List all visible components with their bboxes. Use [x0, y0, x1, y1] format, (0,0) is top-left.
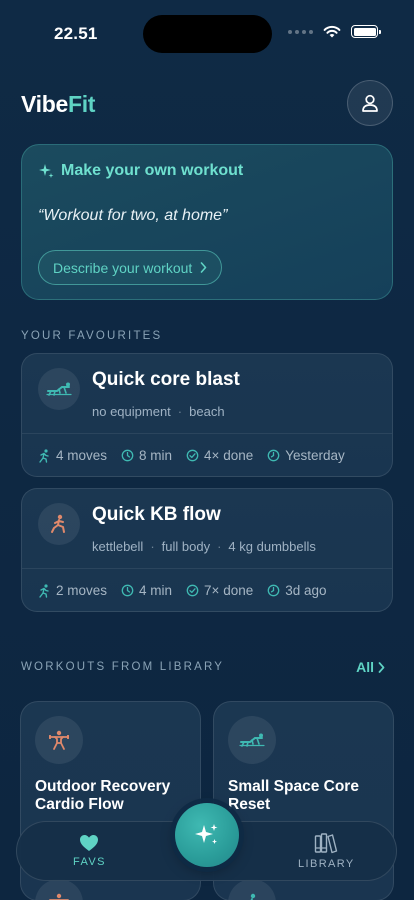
profile-button[interactable] [347, 80, 393, 126]
chevron-right-icon [378, 661, 385, 673]
check-circle-icon [186, 584, 199, 597]
clock-icon [267, 584, 280, 597]
core-exercise-icon [38, 368, 80, 410]
signal-icon [288, 29, 313, 34]
workout-stats: 4 moves 8 min 4× done Yesterday [38, 448, 345, 463]
running-icon [39, 583, 49, 598]
workout-tags: no equipment · beach [92, 404, 225, 419]
timer-icon [121, 584, 134, 597]
favourite-workout-card[interactable]: Quick core blast no equipment · beach 4 mo… [21, 353, 393, 477]
favourites-section-label: YOUR FAVOURITES [21, 330, 163, 342]
library-workout-title: Small Space Core Reset [228, 778, 359, 813]
workout-tags: kettlebell · full body · 4 kg dumbbells [92, 539, 316, 554]
workout-stats: 2 moves 4 min 7× done 3d ago [38, 583, 327, 598]
app-header: VibeFit [21, 80, 393, 126]
status-icons [288, 25, 381, 38]
books-icon [315, 833, 338, 854]
running-icon [39, 448, 49, 463]
favourite-workout-card[interactable]: Quick KB flow kettlebell · full body · 4 kg … [21, 488, 393, 612]
library-workout-title: Outdoor Recovery Cardio Flow [35, 778, 171, 813]
create-workout-card[interactable]: Make your own workout “Workout for two, … [21, 144, 393, 300]
clock-icon [267, 449, 280, 462]
check-circle-icon [186, 449, 199, 462]
nav-favs[interactable]: FAVS [73, 834, 106, 868]
dynamic-island [143, 15, 272, 53]
divider [22, 568, 392, 569]
lunge-icon [38, 503, 80, 545]
create-workout-title: Make your own workout [38, 162, 243, 180]
weightlifter-icon [35, 716, 83, 764]
create-workout-fab[interactable] [175, 803, 239, 867]
sparkle-icon [195, 824, 218, 844]
divider [22, 433, 392, 434]
nav-library[interactable]: LIBRARY [298, 832, 355, 870]
example-prompt: “Workout for two, at home” [38, 207, 228, 224]
heart-icon [80, 835, 99, 851]
describe-workout-button[interactable]: Describe your workout [38, 250, 223, 285]
stretch-icon [228, 879, 276, 900]
workout-name: Quick core blast [92, 369, 240, 390]
status-bar: 22.51 [0, 0, 414, 60]
weightlifter-icon [35, 879, 83, 900]
user-icon [362, 94, 378, 112]
wifi-icon [323, 25, 341, 38]
see-all-link[interactable]: All [356, 659, 385, 675]
sparkle-icon [39, 164, 54, 178]
battery-icon [351, 25, 381, 38]
library-section-label: WORKOUTS FROM LIBRARY [21, 661, 225, 673]
timer-icon [121, 449, 134, 462]
chevron-right-icon [200, 262, 207, 273]
nav-library-label: LIBRARY [298, 858, 355, 870]
nav-favs-label: FAVS [73, 856, 106, 868]
core-exercise-icon [228, 716, 276, 764]
workout-name: Quick KB flow [92, 504, 221, 525]
status-time: 22.51 [54, 24, 98, 43]
app-logo: VibeFit [21, 91, 96, 117]
